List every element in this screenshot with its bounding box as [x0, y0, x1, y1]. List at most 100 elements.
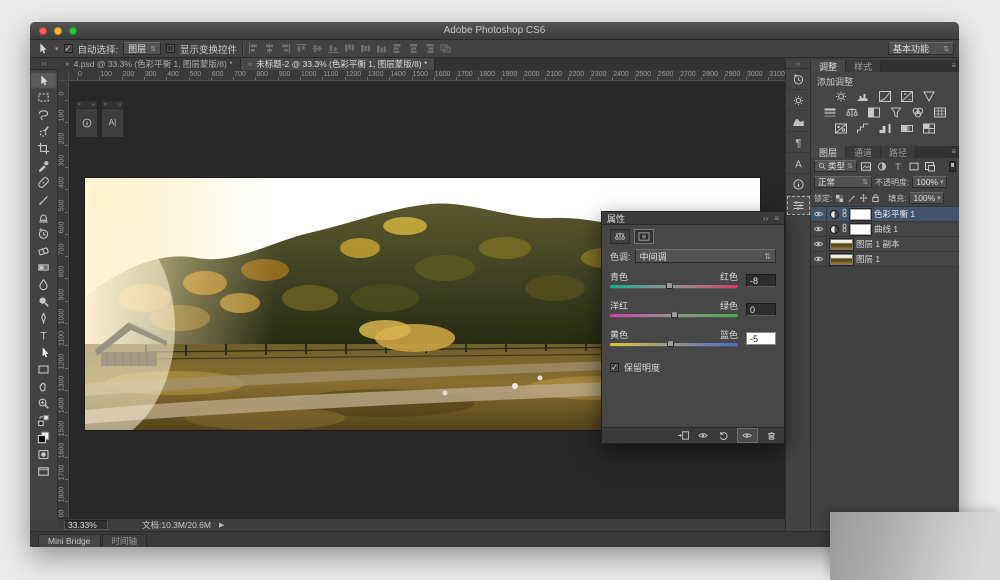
tool-clone-stamp[interactable] [30, 208, 57, 225]
view-previous-state-icon[interactable] [697, 430, 710, 441]
adjustment-layers-filter-icon[interactable] [876, 161, 889, 172]
properties-panel-icon[interactable] [786, 195, 811, 216]
layer-thumbnail[interactable] [830, 254, 853, 265]
tool-brush[interactable] [30, 191, 57, 208]
tool-preset-caret-icon[interactable]: ▾ [55, 45, 59, 53]
panel-collapse-icon[interactable]: ›› [763, 214, 768, 223]
slider-thumb[interactable] [666, 282, 673, 289]
h-ruler[interactable]: 0100200300400500600700800900100011001200… [69, 70, 785, 81]
v-ruler[interactable]: 0100200300400500600700800900100011001200… [58, 81, 69, 518]
color-balance-icon[interactable] [844, 106, 860, 120]
info-panel-panel-icon[interactable] [786, 174, 811, 195]
tab-adjustments[interactable]: 调整 [811, 60, 846, 72]
curves-icon[interactable] [877, 90, 893, 104]
lock-transparency-icon[interactable] [835, 193, 845, 204]
history-panel-icon[interactable] [786, 69, 811, 90]
close-tab-icon[interactable]: × [248, 60, 253, 69]
lock-pixels-icon[interactable] [847, 193, 857, 204]
tool-marquee[interactable] [30, 89, 57, 106]
layer-visibility-eye-icon[interactable] [811, 207, 827, 221]
close-icon[interactable]: × [104, 101, 107, 108]
tool-lasso[interactable] [30, 106, 57, 123]
tool-dodge[interactable] [30, 293, 57, 310]
reset-icon[interactable] [717, 430, 730, 441]
auto-select-target-dropdown[interactable]: 图层 ⇅ [123, 42, 161, 55]
brightness-contrast-icon[interactable] [833, 90, 849, 104]
tool-type[interactable]: T [30, 327, 57, 344]
vibrance-icon[interactable] [921, 90, 937, 104]
channel-mixer-icon[interactable] [910, 106, 926, 120]
blend-mode-dropdown[interactable]: 正常 ⇅ [814, 176, 872, 188]
layer-thumbnail[interactable] [830, 239, 853, 250]
tool-eraser[interactable] [30, 242, 57, 259]
slider-track[interactable] [610, 285, 738, 288]
tool-screen-mode[interactable] [30, 463, 57, 480]
slider-value-field[interactable]: -5 [746, 332, 776, 345]
tool-history-brush[interactable] [30, 225, 57, 242]
tab-mini-bridge[interactable]: Mini Bridge [38, 534, 101, 547]
selective-color-icon[interactable] [921, 122, 937, 136]
tone-dropdown[interactable]: 中间调 ⇅ [635, 249, 776, 263]
layer-mask-icon[interactable] [634, 229, 654, 244]
tool-rectangle-shape[interactable] [30, 361, 57, 378]
tool-swap-colors[interactable] [30, 412, 57, 429]
layer-visibility-eye-icon[interactable] [811, 237, 827, 251]
slider-thumb[interactable] [671, 311, 678, 318]
color-balance-slider[interactable]: 洋红绿色0 [610, 299, 776, 328]
posterize-icon[interactable] [855, 122, 871, 136]
color-balance-icon[interactable] [610, 229, 630, 244]
layer-row[interactable]: 图层 1 副本 [811, 237, 959, 252]
lock-position-icon[interactable] [859, 193, 869, 204]
layer-visibility-eye-icon[interactable] [811, 222, 827, 236]
tool-quick-selection[interactable] [30, 123, 57, 140]
filter-type-dropdown[interactable]: 类型 ⇅ [814, 160, 857, 172]
delete-adjustment-icon[interactable] [765, 430, 778, 441]
layer-row[interactable]: 曲线 1 [811, 222, 959, 237]
exposure-icon[interactable] [899, 90, 915, 104]
tool-path-selection[interactable] [30, 344, 57, 361]
slider-thumb[interactable] [667, 340, 674, 347]
shape-layers-filter-icon[interactable] [908, 161, 921, 172]
threshold-icon[interactable] [877, 122, 893, 136]
layer-mask-thumbnail[interactable] [850, 224, 871, 235]
layer-row[interactable]: 色彩平衡 1 [811, 207, 959, 222]
tab-layers[interactable]: 图层 [811, 146, 846, 158]
expand-icon[interactable]: ›› [92, 101, 95, 108]
lock-all-icon[interactable] [871, 193, 881, 204]
document-tab-2[interactable]: × 未标题-2 @ 33.3% (色彩平衡 1, 图层蒙版/8) * [241, 58, 436, 70]
adjust-sun-panel-icon[interactable] [786, 90, 811, 111]
expand-icon[interactable]: ›› [118, 101, 121, 108]
toggle-visibility-icon[interactable] [737, 428, 758, 443]
black-white-icon[interactable] [866, 106, 882, 120]
workspace-switcher-button[interactable]: 基本功能 ⇅ [888, 42, 954, 55]
layer-row[interactable]: 图层 1 [811, 252, 959, 267]
zoom-level-field[interactable]: 33.33% [64, 520, 108, 530]
auto-select-checkbox[interactable]: ✓ [64, 44, 73, 53]
info-mini-panel[interactable]: × ›› [75, 100, 98, 138]
tool-color-swatches[interactable] [30, 429, 57, 446]
tab-channels[interactable]: 通道 [846, 146, 881, 158]
toolbar-collapse-button[interactable]: ‹‹ [30, 58, 58, 70]
tool-blur[interactable] [30, 276, 57, 293]
character-panel-icon[interactable]: A [786, 153, 811, 174]
layer-mask-thumbnail[interactable] [850, 209, 871, 220]
tool-pen[interactable] [30, 310, 57, 327]
clip-to-layer-icon[interactable] [677, 430, 690, 441]
slider-value-field[interactable]: -8 [746, 274, 776, 287]
document-tab-1[interactable]: × 4.psd @ 33.3% (色彩平衡 1, 图层蒙版/8) * [58, 58, 241, 70]
notes-mini-panel[interactable]: × ›› A| [101, 100, 124, 138]
notes-icon[interactable]: A| [102, 109, 123, 136]
opacity-field[interactable]: 100% ▾ [912, 176, 947, 188]
tool-crop[interactable] [30, 140, 57, 157]
tool-zoom[interactable] [30, 395, 57, 412]
panel-menu-icon[interactable]: ≡ [951, 147, 956, 156]
paragraph-panel-icon[interactable]: ¶ [786, 132, 811, 153]
close-icon[interactable]: × [78, 101, 81, 108]
info-icon[interactable] [76, 109, 97, 136]
preserve-luminosity-checkbox[interactable]: ✓ [610, 363, 619, 372]
histogram-panel-icon[interactable] [786, 111, 811, 132]
photo-filter-icon[interactable] [888, 106, 904, 120]
tool-hand[interactable] [30, 378, 57, 395]
panel-menu-icon[interactable]: ≡ [774, 214, 779, 223]
color-lookup-icon[interactable] [932, 106, 948, 120]
